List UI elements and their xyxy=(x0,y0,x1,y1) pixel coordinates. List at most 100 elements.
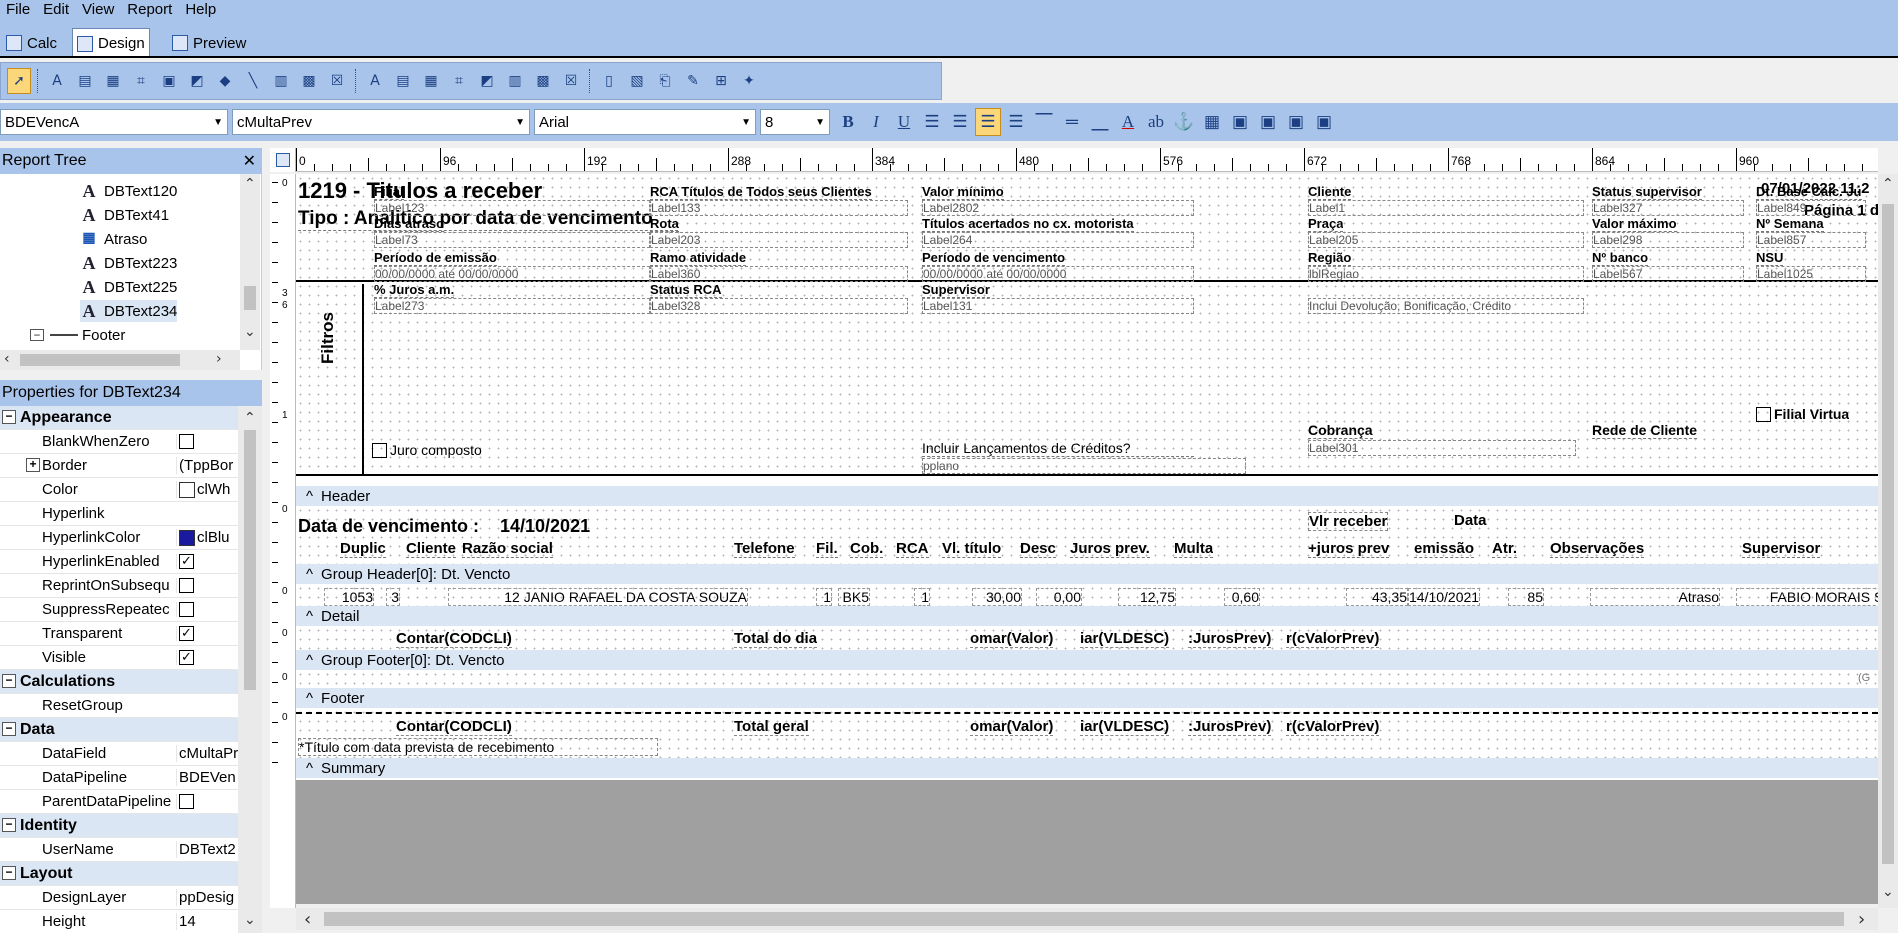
column-header[interactable]: Observações xyxy=(1550,540,1645,558)
filter-label[interactable]: Status RCA xyxy=(650,282,722,298)
column-header[interactable]: emissão xyxy=(1414,540,1475,558)
filter-value[interactable]: Label133 xyxy=(650,200,908,216)
property-value[interactable]: ✓ xyxy=(176,626,238,641)
property-value[interactable]: 14 xyxy=(176,913,238,930)
property-value[interactable]: clWh xyxy=(176,481,238,498)
property-value[interactable] xyxy=(176,794,238,809)
filter-label[interactable]: Status supervisor xyxy=(1592,184,1702,200)
anchor-icon[interactable]: ⚓ xyxy=(1171,108,1197,136)
property-row[interactable]: Color clWh xyxy=(0,478,238,502)
note-label[interactable]: *Título com data prevista de recebimento xyxy=(298,738,658,756)
detail-field[interactable]: 1053 xyxy=(324,588,374,606)
shape-tool-icon[interactable]: ◆ xyxy=(213,68,237,94)
ruler-corner-icon[interactable] xyxy=(270,148,296,172)
group-footer-band-bar[interactable]: ^ Group Footer[0]: Dt. Vencto xyxy=(296,650,1878,670)
gf-field[interactable]: :JurosPrev) xyxy=(1188,630,1272,648)
checkbox-icon[interactable]: ✓ xyxy=(179,650,194,665)
property-value[interactable] xyxy=(176,602,238,617)
detail-field[interactable]: Atraso xyxy=(1590,588,1720,606)
detail-field[interactable]: 14/10/2021 xyxy=(1408,588,1480,606)
menu-view[interactable]: View xyxy=(82,2,114,17)
filter-value[interactable]: Label203 xyxy=(650,232,908,248)
gf-field[interactable]: r(cValorPrev) xyxy=(1286,630,1380,648)
pagebreak-tool-icon[interactable]: ⎗ xyxy=(653,68,677,94)
tree-item-selected[interactable]: A DBText234 xyxy=(80,300,178,322)
checkbox-icon[interactable] xyxy=(179,578,194,593)
tree-item[interactable]: A DBText41 xyxy=(80,204,170,226)
filter-value[interactable]: lblRegiao xyxy=(1308,266,1584,282)
font-color-icon[interactable]: A xyxy=(1115,108,1141,136)
gf-field[interactable]: Total do dia xyxy=(734,630,818,648)
filter-value[interactable]: Label2802 xyxy=(922,200,1194,216)
scroll-thumb[interactable] xyxy=(244,286,256,310)
column-header[interactable]: +juros prev xyxy=(1308,540,1390,558)
font-size-select[interactable]: 8 ▼ xyxy=(760,109,830,135)
filter-label[interactable]: Período de vencimento xyxy=(922,250,1066,266)
detail-band-bar[interactable]: ^ Detail xyxy=(296,606,1878,626)
chevron-up-icon[interactable]: ⌃ xyxy=(244,410,256,426)
dbcheckbox-tool-icon[interactable]: ☒ xyxy=(559,68,583,94)
property-value[interactable]: cMultaPr xyxy=(176,745,238,762)
filter-value[interactable]: Label849 xyxy=(1756,200,1866,216)
richtext-tool-icon[interactable]: ▦ xyxy=(101,68,125,94)
property-row[interactable]: ReprintOnSubsequ xyxy=(0,574,238,598)
property-row[interactable]: DesignLayer ppDesig xyxy=(0,886,238,910)
property-value[interactable] xyxy=(176,578,238,593)
ft-field[interactable]: Contar(CODCLI) xyxy=(396,718,512,736)
property-value[interactable]: BDEVen xyxy=(176,769,238,786)
bold-icon[interactable]: B xyxy=(835,108,861,136)
filter-label[interactable]: Período de emissão xyxy=(374,250,497,266)
rede-cliente-label[interactable]: Rede de Cliente xyxy=(1592,422,1698,439)
property-row[interactable]: DataPipeline BDEVen xyxy=(0,766,238,790)
footer-edge-field[interactable]: (G xyxy=(1858,672,1870,684)
detail-field[interactable]: 1 xyxy=(914,588,930,606)
checkbox-icon[interactable]: ✓ xyxy=(179,626,194,641)
cobranca-field[interactable]: Label301 xyxy=(1308,440,1576,456)
filter-value[interactable]: Label1025 xyxy=(1756,266,1866,282)
collapse-icon[interactable]: − xyxy=(2,410,16,424)
field-select[interactable]: cMultaPrev ▼ xyxy=(232,109,530,135)
chevron-down-icon[interactable]: ⌄ xyxy=(244,912,256,928)
property-row[interactable]: ResetGroup xyxy=(0,694,238,718)
dbtext-tool-icon[interactable]: A xyxy=(363,68,387,94)
column-header[interactable]: Cliente xyxy=(406,540,457,558)
detail-field[interactable]: 1 xyxy=(816,588,832,606)
align-left-icon[interactable]: ☰ xyxy=(919,108,945,136)
cobranca-label[interactable]: Cobrança xyxy=(1308,422,1373,439)
filter-label[interactable]: Cliente xyxy=(1308,184,1352,200)
filter-label[interactable]: Nº banco xyxy=(1592,250,1649,266)
detail-field[interactable]: 12,75 xyxy=(1118,588,1176,606)
filter-label[interactable]: Filial xyxy=(374,184,404,200)
crosstab-tool-icon[interactable]: ⊞ xyxy=(709,68,733,94)
property-row[interactable]: UserName DBText2 xyxy=(0,838,238,862)
subreport-tool-icon[interactable]: ▧ xyxy=(625,68,649,94)
chart-tool-icon[interactable]: ✎ xyxy=(681,68,705,94)
property-row[interactable]: Visible ✓ xyxy=(0,646,238,670)
dbbarcode-tool-icon[interactable]: ▥ xyxy=(503,68,527,94)
property-row[interactable]: DataField cMultaPr xyxy=(0,742,238,766)
filter-value[interactable]: Label857 xyxy=(1756,232,1866,248)
chevron-down-icon[interactable]: ⌄ xyxy=(244,324,256,340)
chevron-down-icon[interactable]: ⌄ xyxy=(1882,884,1894,900)
property-row[interactable]: SuppressRepeatec xyxy=(0,598,238,622)
align-bottom-icon[interactable]: ⎽ xyxy=(1087,108,1113,136)
property-value[interactable]: DBText2 xyxy=(176,841,238,858)
detail-field[interactable]: 0,60 xyxy=(1224,588,1260,606)
filter-label[interactable]: Nº Semana xyxy=(1756,216,1824,232)
filter-value[interactable]: Label123 xyxy=(374,200,650,216)
property-value[interactable]: ppDesig xyxy=(176,889,238,906)
underline-icon[interactable]: U xyxy=(891,108,917,136)
filter-label[interactable]: % Juros a.m. xyxy=(374,282,455,298)
menu-file[interactable]: File xyxy=(6,2,30,17)
chevron-right-icon[interactable]: › xyxy=(216,351,222,367)
column-header[interactable]: Supervisor xyxy=(1742,540,1821,558)
filter-label[interactable]: NSU xyxy=(1756,250,1784,266)
property-category[interactable]: − Identity xyxy=(0,814,238,838)
column-header[interactable]: Atr. xyxy=(1492,540,1518,558)
border-icon[interactable]: ▦ xyxy=(1199,108,1225,136)
data-vencimento-label[interactable]: Data de vencimento : xyxy=(298,516,479,537)
property-value[interactable] xyxy=(176,434,238,449)
filter-label[interactable]: Supervisor xyxy=(922,282,990,298)
column-header-top[interactable]: Vlr receber xyxy=(1308,512,1389,531)
property-category[interactable]: − Data xyxy=(0,718,238,742)
